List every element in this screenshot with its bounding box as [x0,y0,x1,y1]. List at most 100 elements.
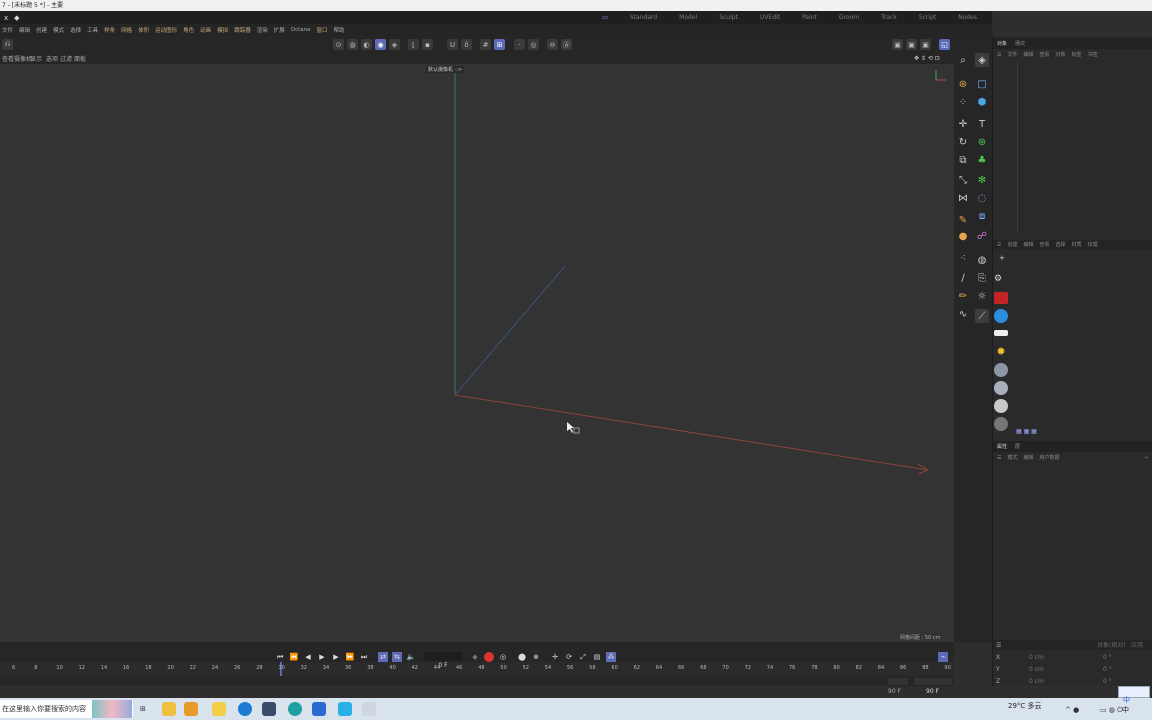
edges-mode-icon[interactable]: ◉ [375,39,386,50]
key-move-icon[interactable]: ✛ [550,652,560,662]
menu-render[interactable]: 渲染 [257,26,268,34]
menu-window[interactable]: 窗口 [317,26,328,34]
current-frame-field[interactable]: 0 F [424,652,462,669]
viewport-menu-options[interactable]: 选项 [46,56,58,63]
menu-octane[interactable]: Octane [291,27,311,33]
end-frame-a-box[interactable]: 90 F [888,678,908,695]
spline-pen-icon[interactable]: ✎ [956,213,970,227]
viewport-menu-display[interactable]: 显示 [30,56,42,63]
tab-takes[interactable]: 场次 [1015,40,1025,47]
menu-animate[interactable]: 动画 [200,26,211,34]
key-rot-icon[interactable]: ⊗ [531,652,541,662]
render-view-icon[interactable]: ◎ [528,39,539,50]
transform-icon[interactable]: ⤡ [956,173,970,187]
file-explorer-icon[interactable] [162,702,176,716]
field-icon[interactable]: ⧈ [975,209,989,223]
close-icon[interactable]: x [4,14,8,22]
add-icon[interactable]: + [999,254,1005,262]
more-tools-icon[interactable]: ⟋ [975,309,989,323]
render-settings-icon[interactable]: ▣ [892,39,903,50]
content-menu-material[interactable]: 材质 [1072,241,1082,248]
ime-indicator[interactable]: 中 [1122,706,1129,714]
light-icon[interactable]: ☼ [975,289,989,303]
glossy-material-icon[interactable] [994,381,1008,395]
key-param-icon[interactable]: ▤ [592,652,602,662]
content-menu-select[interactable]: 选择 [1056,241,1066,248]
object-menu-object[interactable]: 对象 [1056,51,1066,58]
attr-menu-mode[interactable]: 模式 [1007,454,1017,461]
play-icon[interactable]: ▶ [317,652,327,662]
content-hamburger-icon[interactable]: ☰ [997,242,1001,248]
object-menu-view[interactable]: 查看 [1040,51,1050,58]
keyframe-icon[interactable]: ◆ [470,652,480,662]
camera-icon[interactable]: ⎘ [975,271,989,285]
search-icon[interactable]: ⌕ [956,53,970,67]
content-menu-view[interactable]: 查看 [1040,241,1050,248]
rotate-icon[interactable]: ↻ [956,135,970,149]
menu-select[interactable]: 选择 [70,26,81,34]
layout-tab-sculpt[interactable]: Sculpt [708,14,749,21]
tab-objects[interactable]: 对象 [997,40,1007,47]
object-menu-edit[interactable]: 编辑 [1024,51,1034,58]
ai-tools-icon[interactable]: Ⓐ [561,39,572,50]
content-menu-create[interactable]: 创建 [1007,241,1017,248]
cinema4d-taskbar-icon[interactable] [262,702,276,716]
layout-tab-track[interactable]: Track [870,14,908,21]
checker-material-icon[interactable] [994,399,1008,413]
menu-tracker[interactable]: 跟踪器 [234,26,251,34]
text-tool-icon[interactable]: T [975,117,989,131]
coords-hamburger-icon[interactable]: ☰ [996,642,1001,649]
record-icon[interactable] [484,652,494,662]
viewport-camera-label[interactable]: 默认摄像机 ·:> [426,66,465,73]
wechat-icon[interactable] [184,702,198,716]
notes-app-icon[interactable] [212,702,226,716]
menu-character[interactable]: 角色 [183,26,194,34]
knife-icon[interactable]: ⁖ [956,251,970,265]
coord-z-rot[interactable]: 0 ° [1103,678,1112,685]
menu-create[interactable]: 创建 [36,26,47,34]
octane-material-icon[interactable] [994,309,1008,323]
loop-icon[interactable]: ⇄ [378,652,388,662]
prev-key-icon[interactable]: ⏪ [289,652,299,662]
menu-simulate[interactable]: 模拟 [217,26,228,34]
next-frame-icon[interactable]: ▶ [331,652,341,662]
auto-key-icon[interactable]: ◎ [498,652,508,662]
attr-menu-edit[interactable]: 编辑 [1024,454,1034,461]
object-menu-file[interactable]: 文件 [1007,51,1017,58]
coords-mode[interactable]: 对象(相对) [1097,642,1126,649]
timeline-graph-icon[interactable]: ⌁ [938,652,948,662]
attr-menu-userdata[interactable]: 用户数据 [1040,454,1060,461]
menu-file[interactable]: 文件 [2,26,13,34]
key-scale-icon[interactable]: ⤢ [578,652,588,662]
goto-end-icon[interactable]: ⏭ [359,652,369,662]
model-mode-icon[interactable]: ⊙ [333,39,344,50]
render-to-pv-icon[interactable]: ▣ [920,39,931,50]
view-mode-icons[interactable]: ▦ ▦ ▦ [1016,428,1037,435]
layout-tab-groom[interactable]: Groom [828,14,870,21]
magnet-tool-icon[interactable]: ✏ [956,289,970,303]
viewport-menu-filter[interactable]: 过滤 [60,56,72,63]
sky-icon[interactable]: ◍ [975,253,989,267]
environment-icon[interactable]: ☍ [975,229,989,243]
end-frame-b-box[interactable]: 90 F [914,678,952,695]
layout-tab-nodes[interactable]: Nodes [947,14,988,21]
viewport-menu-panel[interactable]: 面板 [74,56,86,63]
paint-icon[interactable]: ● [956,229,970,243]
coord-y-rot[interactable]: 0 ° [1103,666,1112,673]
ime-toolbar[interactable]: 中 [1118,686,1150,704]
undo-icon[interactable]: ⎌ [2,39,13,50]
range-icon[interactable]: ⇆ [392,652,402,662]
coordinate-system-icon[interactable]: ⋈ [956,191,970,205]
workplane-icon[interactable]: ⊞ [494,39,505,50]
layout-tab-paint[interactable]: Paint [791,14,828,21]
menu-mode[interactable]: 模式 [53,26,64,34]
scale-dots-icon[interactable]: ⁘ [956,95,970,109]
menu-spline[interactable]: 样条 [104,26,115,34]
next-key-icon[interactable]: ⏩ [345,652,355,662]
sculpt-icon[interactable]: ∿ [956,307,970,321]
tab-attributes[interactable]: 属性 [997,443,1007,450]
cube-outline-icon[interactable]: □ [975,77,989,91]
soft-select-icon[interactable]: ô [461,39,472,50]
menu-mograph[interactable]: 运动图形 [155,26,177,34]
metal-material-icon[interactable] [994,417,1008,431]
